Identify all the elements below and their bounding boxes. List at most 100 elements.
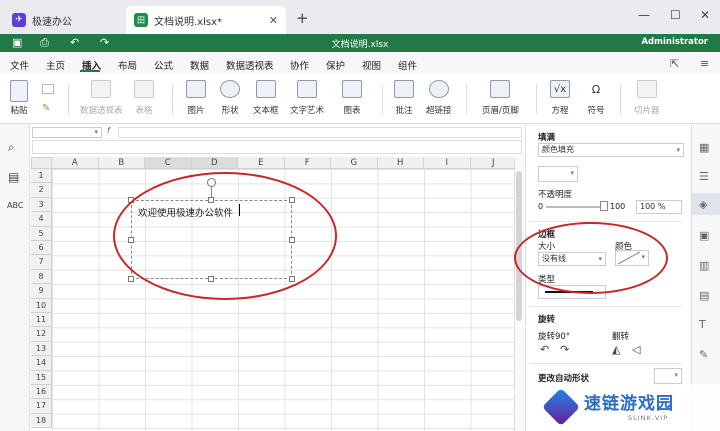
column-header[interactable]: E <box>238 157 285 169</box>
column-header[interactable]: J <box>470 157 517 169</box>
copy-icon[interactable] <box>42 84 54 94</box>
image-icon <box>186 80 206 98</box>
paragraph-settings-icon[interactable]: ☰ <box>699 170 709 183</box>
header-footer-button[interactable]: 页眉/页脚 <box>482 80 519 116</box>
menu-pivot[interactable]: 数据透视表 <box>226 58 274 72</box>
tab-close-icon[interactable]: ✕ <box>269 14 278 27</box>
row-header[interactable]: 5 <box>31 226 52 241</box>
row-header[interactable]: 6 <box>31 241 52 256</box>
column-header[interactable]: B <box>98 157 145 169</box>
ribbon-separator <box>382 84 383 114</box>
shape-button[interactable]: 形状 <box>220 80 240 116</box>
opacity-label: 不透明度 <box>538 190 573 200</box>
row-header[interactable]: 13 <box>31 341 52 357</box>
column-header[interactable]: D <box>191 157 238 169</box>
shape-settings-icon[interactable]: ◈ <box>699 198 707 211</box>
flip-vertical-icon[interactable]: ◁ <box>632 343 640 356</box>
user-name[interactable]: Administrator <box>641 37 708 47</box>
fill-color-picker[interactable]: ▾ <box>538 166 578 182</box>
app-logo-icon: ✈ <box>12 13 26 27</box>
opacity-slider[interactable] <box>546 206 604 208</box>
formula-input[interactable] <box>118 127 522 138</box>
column-header[interactable]: H <box>377 157 424 169</box>
paste-button[interactable]: 粘贴 <box>10 80 28 116</box>
row-header[interactable]: 18 <box>31 413 52 429</box>
menu-view[interactable]: 视图 <box>362 58 381 72</box>
change-shape-select[interactable]: ▾ <box>654 368 682 384</box>
flip-horizontal-icon[interactable]: ◭ <box>612 343 620 356</box>
textart-button[interactable]: 文字艺术 <box>290 80 324 116</box>
slicer-button[interactable]: 切片器 <box>634 80 660 116</box>
row-header[interactable]: 16 <box>31 385 52 400</box>
spellcheck-icon[interactable]: ABC <box>7 201 23 210</box>
fx-icon[interactable]: f <box>107 126 110 135</box>
row-header[interactable]: 12 <box>31 327 52 342</box>
row-header[interactable]: 8 <box>31 269 52 285</box>
rotate-left-icon[interactable]: ↶ <box>540 343 549 356</box>
textart-settings-icon[interactable]: T <box>699 318 706 331</box>
chart-settings-icon[interactable]: ▥ <box>699 259 709 272</box>
menu-data[interactable]: 数据 <box>190 58 209 72</box>
row-header[interactable]: 3 <box>31 197 52 213</box>
symbol-button[interactable]: Ω 符号 <box>586 80 606 117</box>
row-header[interactable]: 9 <box>31 284 52 299</box>
column-header[interactable]: F <box>284 157 331 169</box>
row-header[interactable]: 15 <box>31 370 52 385</box>
comments-icon[interactable]: ▤ <box>8 170 19 184</box>
pivot-settings-icon[interactable]: ▤ <box>699 289 709 302</box>
signature-settings-icon[interactable]: ✎ <box>699 348 708 361</box>
ribbon-separator <box>536 84 537 114</box>
new-tab-icon[interactable]: + <box>296 9 309 27</box>
column-header[interactable]: G <box>331 157 378 169</box>
hyperlink-button[interactable]: 超链接 <box>426 80 452 116</box>
column-header[interactable]: C <box>145 157 192 169</box>
search-icon[interactable]: ⌕ <box>8 140 15 155</box>
opacity-input[interactable]: 100 % <box>636 200 682 214</box>
menu-collab[interactable]: 协作 <box>290 58 309 72</box>
name-box[interactable]: ▾ <box>32 127 102 138</box>
menu-home[interactable]: 主页 <box>46 58 65 72</box>
image-settings-icon[interactable]: ▣ <box>699 229 709 242</box>
rotate-right-icon[interactable]: ↷ <box>560 343 569 356</box>
column-header[interactable]: I <box>424 157 471 169</box>
hamburger-menu-icon[interactable]: ≡ <box>700 57 709 70</box>
image-button[interactable]: 图片 <box>186 80 206 116</box>
menu-file[interactable]: 文件 <box>10 58 29 72</box>
tab-home[interactable]: ✈ 极速办公 <box>4 6 122 34</box>
resize-handle[interactable] <box>128 276 134 282</box>
row-header[interactable]: 14 <box>31 356 52 371</box>
opacity-slider-handle[interactable] <box>600 201 608 211</box>
formula-expanded-area[interactable] <box>32 140 522 154</box>
format-painter-icon[interactable]: ✎ <box>42 103 50 114</box>
comment-button[interactable]: 批注 <box>394 80 414 116</box>
fill-type-select[interactable]: 颜色填充 ▾ <box>538 143 684 157</box>
row-header[interactable]: 7 <box>31 255 52 270</box>
select-all-corner[interactable] <box>31 157 52 169</box>
menu-protect[interactable]: 保护 <box>326 58 345 72</box>
maximize-icon[interactable]: ☐ <box>670 8 681 22</box>
row-header[interactable]: 11 <box>31 313 52 328</box>
chart-label: 图表 <box>343 106 361 116</box>
textbox-button[interactable]: 文本框 <box>253 80 279 116</box>
menu-components[interactable]: 组件 <box>398 58 417 72</box>
chart-button[interactable]: 图表 <box>342 80 362 116</box>
textbox-icon <box>255 80 276 98</box>
panel-divider <box>530 306 682 307</box>
open-location-icon[interactable]: ⇱ <box>670 57 679 70</box>
minimize-icon[interactable]: — <box>638 8 650 22</box>
row-header[interactable]: 17 <box>31 399 52 414</box>
row-header[interactable]: 1 <box>31 169 52 184</box>
close-window-icon[interactable]: ✕ <box>700 8 710 22</box>
pivot-table-button[interactable]: 数据透视表 <box>80 80 123 116</box>
row-header[interactable]: 4 <box>31 212 52 227</box>
annotation-ellipse-textbox <box>113 172 337 300</box>
menu-formula[interactable]: 公式 <box>154 58 173 72</box>
menu-layout[interactable]: 布局 <box>118 58 137 72</box>
cell-settings-icon[interactable]: ▦ <box>699 141 709 154</box>
tab-document[interactable]: 田 文档说明.xlsx* ✕ <box>126 6 286 34</box>
equation-button[interactable]: √x 方程 <box>550 80 570 116</box>
row-header[interactable]: 2 <box>31 183 52 198</box>
column-header[interactable]: A <box>52 157 99 169</box>
row-header[interactable]: 10 <box>31 298 52 313</box>
table-button[interactable]: 表格 <box>134 80 154 116</box>
